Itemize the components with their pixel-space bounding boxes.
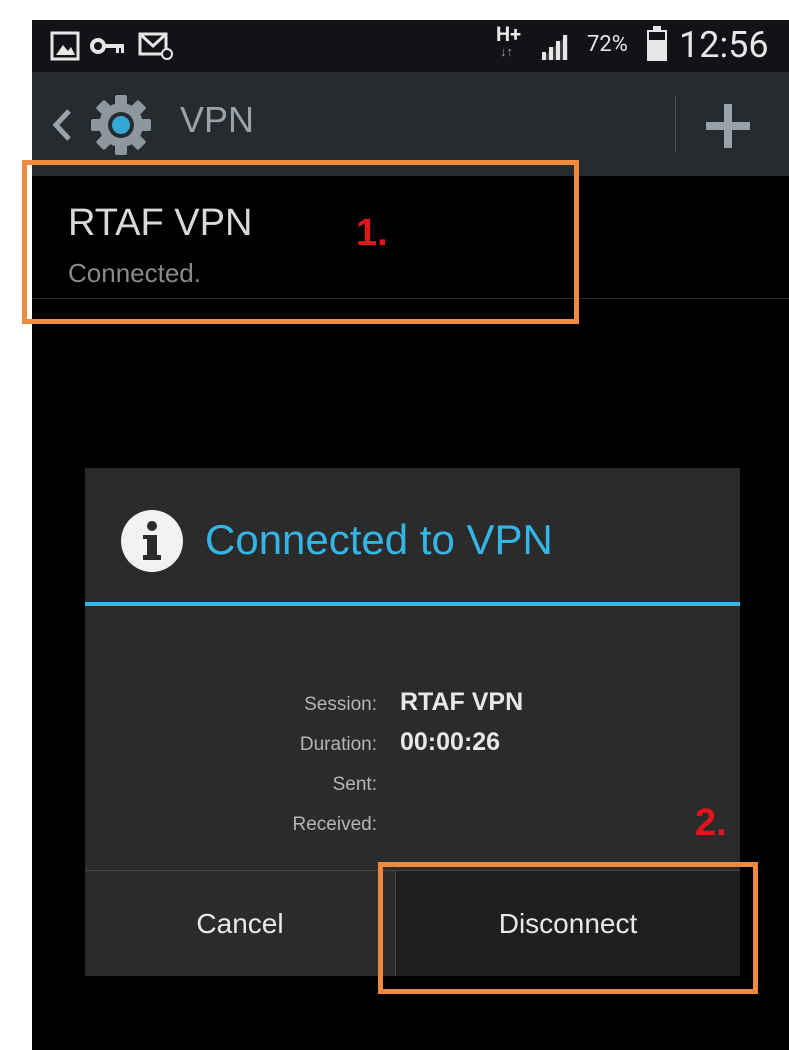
cancel-button[interactable]: Cancel [85,871,395,976]
status-bar: H+ ↓↑ 72% 12:56 [32,20,789,72]
dialog-title-divider [85,602,740,606]
annotation-box-2 [378,862,758,994]
dialog-title: Connected to VPN [205,516,553,563]
vpn-key-icon [90,38,124,54]
annotation-box-1 [22,160,579,324]
clock: 12:56 [679,24,769,66]
gallery-icon [50,31,80,61]
sent-label: Sent: [332,774,377,795]
annotation-step-1: 1. [356,212,388,254]
page-title: VPN [180,99,255,140]
signal-icon [540,34,568,60]
annotation-step-2: 2. [695,802,727,844]
back-chevron-icon [52,109,71,141]
info-icon [121,510,183,572]
battery-icon [647,26,667,61]
network-arrows: ↓↑ [500,45,513,60]
battery-percent: 72% [587,32,628,57]
add-vpn-button[interactable] [700,100,756,156]
duration-label: Duration: [299,734,377,755]
back-button[interactable] [44,92,172,156]
network-type: H+ [496,22,522,46]
session-label: Session: [304,694,377,715]
duration-value: 00:00:26 [400,728,501,756]
settings-gear-icon [91,95,151,155]
received-label: Received: [292,814,378,835]
session-value: RTAF VPN [400,688,524,716]
add-icon [706,104,750,148]
email-icon [138,32,173,60]
action-bar-divider [675,96,676,152]
